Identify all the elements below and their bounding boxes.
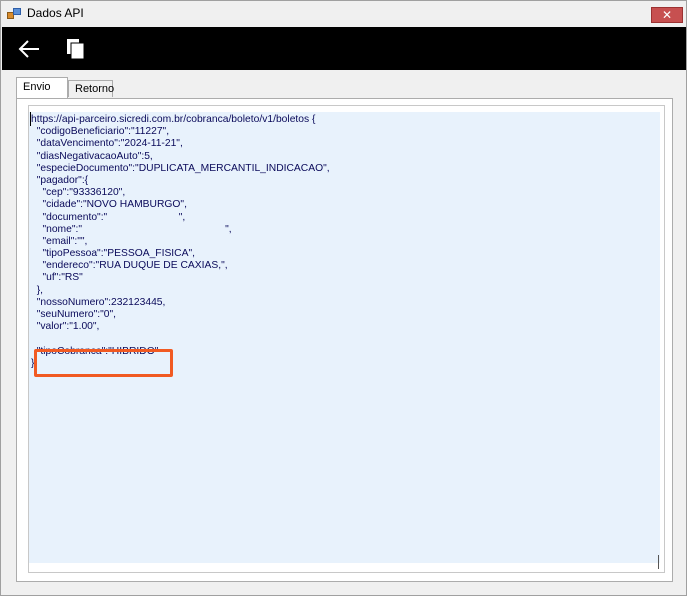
code-line: "valor":"1.00", (31, 321, 100, 333)
back-button[interactable] (16, 36, 42, 62)
arrow-left-icon (18, 40, 39, 58)
code-line: "email":"", (31, 235, 88, 247)
title-bar: Dados API ✕ (1, 1, 686, 27)
tab-envio[interactable]: Envio (16, 77, 68, 98)
code-line: "endereco":"RUA DUQUE DE CAXIAS,", (31, 260, 228, 272)
code-line: "diasNegativacaoAuto":5, (31, 150, 153, 162)
code-line: "codigoBeneficiario":"11227", (31, 126, 170, 138)
code-line: https://api-parceiro.sicredi.com.br/cobr… (31, 114, 316, 125)
request-json-text: https://api-parceiro.sicredi.com.br/cobr… (31, 114, 330, 370)
code-line: "especieDocumento":"DUPLICATA_MERCANTIL_… (31, 162, 330, 174)
code-line: "pagador":{ (31, 174, 89, 186)
window-title: Dados API (27, 6, 84, 20)
code-line: "seuNumero":"0", (31, 309, 117, 320)
code-line: "cidade":"NOVO HAMBURGO", (31, 199, 187, 211)
code-line: "tipoPessoa":"PESSOA_FISICA", (31, 248, 195, 260)
highlight-box (34, 349, 173, 377)
code-line: "uf":"RS" (31, 272, 83, 284)
copy-button[interactable] (62, 36, 88, 62)
code-line: }, (31, 284, 44, 296)
toolbar (2, 27, 686, 70)
code-line: "dataVencimento":"2024-11-21", (31, 138, 183, 150)
code-line: "nossoNumero":232123445, (31, 296, 166, 308)
code-line: "nome":" ", (31, 223, 232, 235)
tab-retorno[interactable]: Retorno (68, 80, 114, 97)
scroll-marker (658, 555, 659, 569)
code-line: "documento":" ", (31, 211, 186, 223)
close-button[interactable]: ✕ (651, 7, 683, 23)
app-icon (7, 8, 21, 20)
code-line: "cep":"93336120", (31, 187, 126, 199)
copy-icon (67, 39, 85, 60)
